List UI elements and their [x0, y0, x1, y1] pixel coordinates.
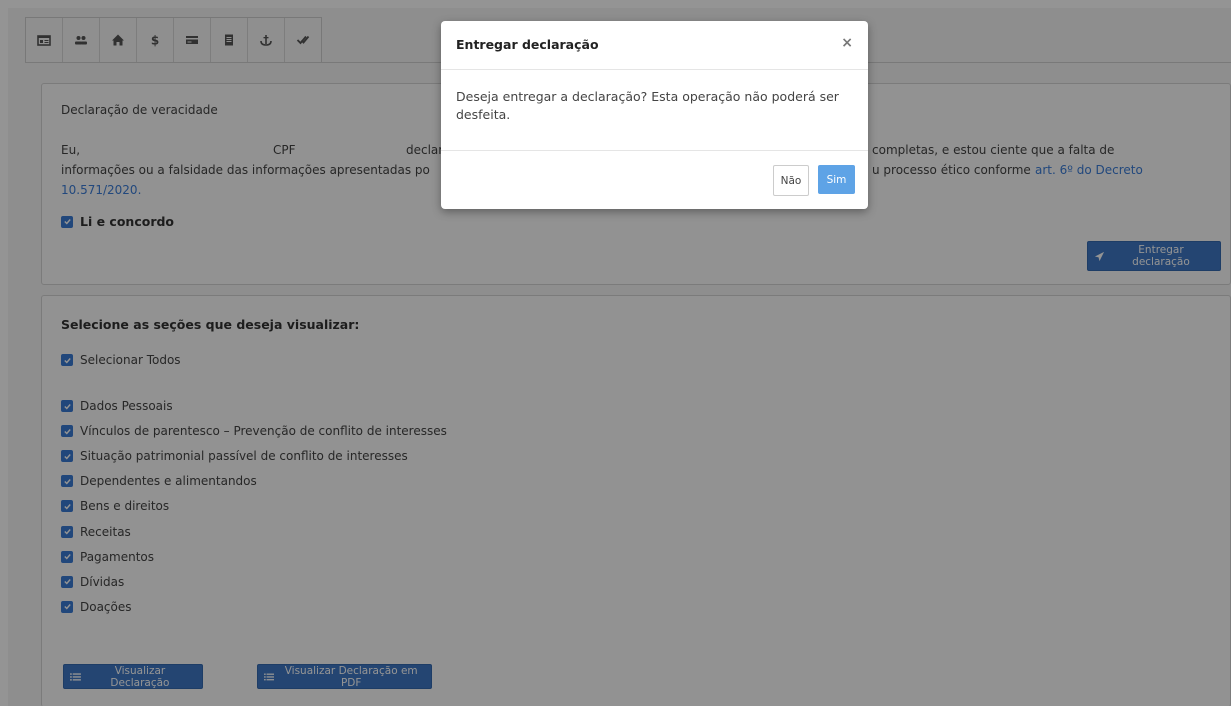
- close-icon[interactable]: ×: [841, 35, 853, 51]
- modal-title: Entregar declaração: [456, 37, 599, 52]
- modal-footer: Não Sim: [441, 150, 868, 210]
- modal-body-text: Deseja entregar a declaração? Esta opera…: [456, 89, 839, 122]
- yes-button[interactable]: Sim: [818, 165, 855, 194]
- deliver-confirm-modal: Entregar declaração × Deseja entregar a …: [441, 21, 868, 209]
- no-button[interactable]: Não: [773, 165, 809, 196]
- modal-header: Entregar declaração ×: [441, 21, 868, 70]
